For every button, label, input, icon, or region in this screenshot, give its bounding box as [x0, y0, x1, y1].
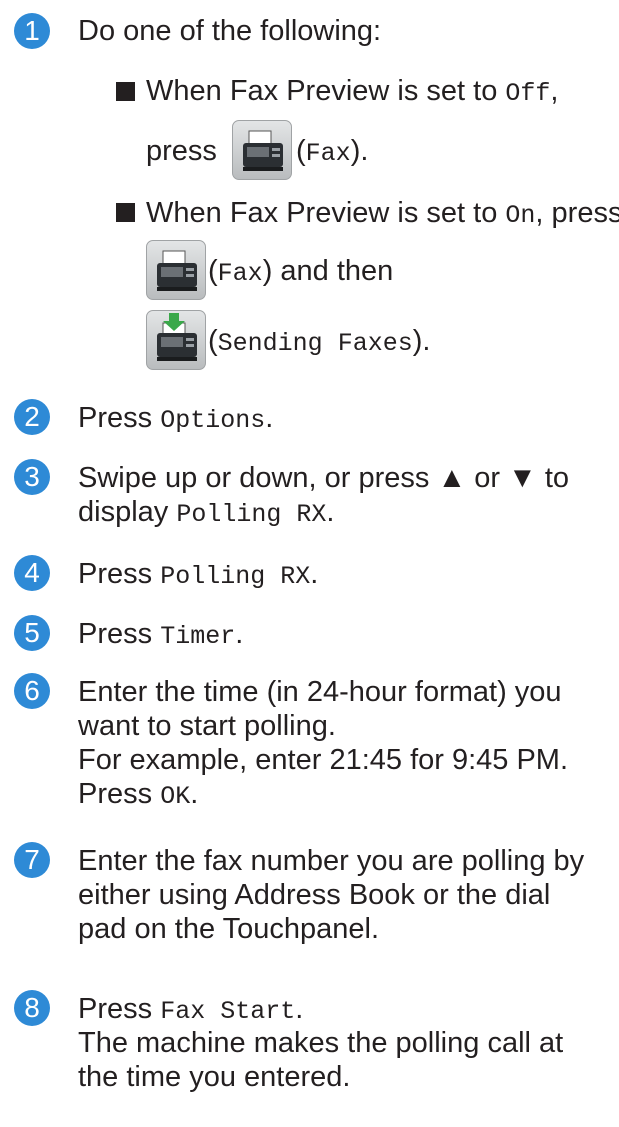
bullet-2-line-1: When Fax Preview is set to On, press	[146, 197, 619, 230]
fax-icon	[146, 240, 206, 300]
step-1-text: Do one of the following:	[78, 15, 382, 47]
bullet-1-press: press	[146, 135, 217, 167]
bullet-2-marker	[116, 203, 135, 222]
step-number-3: 3	[14, 459, 50, 495]
bullet-1-marker	[116, 82, 135, 101]
step-6-line-2: want to start polling.	[78, 710, 336, 742]
step-number-2: 2	[14, 399, 50, 435]
step-8-line-2: The machine makes the polling call at	[78, 1027, 564, 1059]
step-number-4: 4	[14, 555, 50, 591]
step-7-line-3: pad on the Touchpanel.	[78, 913, 380, 945]
step-2-text: Press Options.	[78, 402, 274, 435]
step-7-line-1: Enter the fax number you are polling by	[78, 845, 585, 877]
step-number-5: 5	[14, 615, 50, 651]
step-6-line-4: Press OK.	[78, 778, 199, 811]
step-4-text: Press Polling RX.	[78, 558, 319, 591]
step-7-line-2: either using Address Book or the dial	[78, 879, 551, 911]
step-5-text: Press Timer.	[78, 618, 244, 651]
step-3-line-1: Swipe up or down, or press ▲ or ▼ to	[78, 462, 570, 494]
step-6-line-3: For example, enter 21:45 for 9:45 PM.	[78, 744, 569, 776]
step-6-line-1: Enter the time (in 24-hour format) you	[78, 676, 562, 708]
bullet-2-icon-1-label: (Fax) and then	[208, 255, 394, 288]
step-number-8: 8	[14, 990, 50, 1026]
bullet-2-icon-2-label: (Sending Faxes).	[208, 325, 431, 358]
step-3-line-2: display Polling RX.	[78, 496, 335, 529]
fax-icon	[232, 120, 292, 180]
bullet-1-line-1: When Fax Preview is set to Off,	[146, 75, 559, 108]
sending-faxes-icon	[146, 310, 206, 370]
step-number-6: 6	[14, 673, 50, 709]
step-8-line-3: the time you entered.	[78, 1061, 351, 1093]
step-number-7: 7	[14, 842, 50, 878]
bullet-1-icon-label: (Fax).	[296, 135, 369, 168]
step-number-1: 1	[14, 13, 50, 49]
